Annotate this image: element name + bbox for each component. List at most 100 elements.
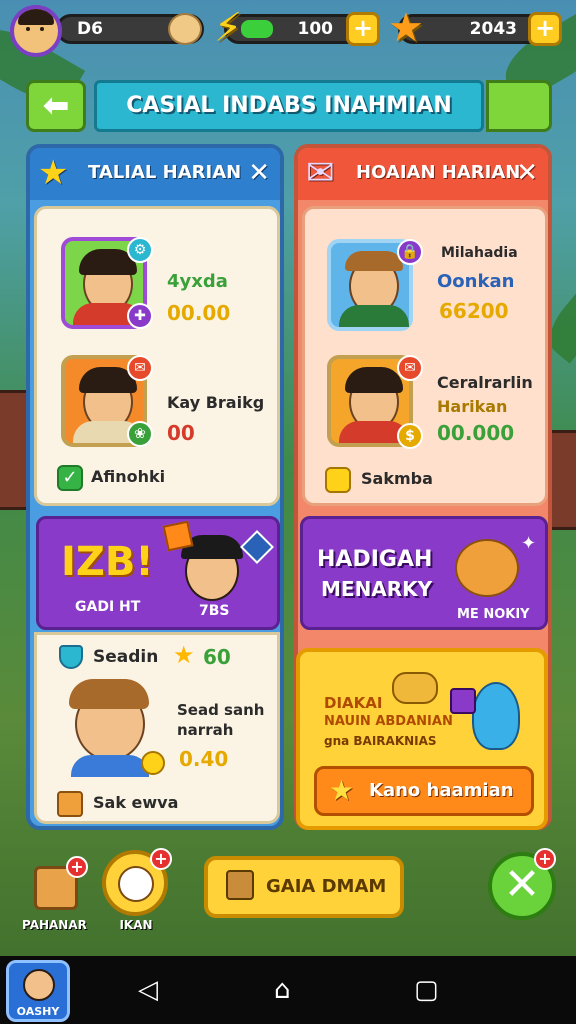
friend-hat bbox=[345, 251, 403, 271]
android-nav-bar: ◁ ⌂ ▢ bbox=[0, 956, 576, 1024]
kid-hair bbox=[69, 679, 149, 709]
close-icon: ✕ bbox=[503, 859, 541, 910]
energy-bar-fill bbox=[241, 20, 273, 38]
notification-plus-icon: + bbox=[66, 856, 88, 878]
promo-sub-text: GADI HT bbox=[75, 599, 141, 615]
mission-footer-label: Sak ewva bbox=[93, 793, 179, 812]
reward-value: 00.000 bbox=[437, 421, 515, 445]
arrow-left-icon: ⬅ bbox=[42, 86, 70, 124]
offer-line3: gna BAIRAKNIAS bbox=[324, 734, 437, 748]
right-panel-close-button[interactable]: ✕ bbox=[516, 156, 538, 190]
reward-line2: Oonkan bbox=[437, 271, 515, 292]
bag-icon bbox=[168, 13, 202, 45]
home-nav-icon[interactable]: ⌂ bbox=[274, 976, 291, 1004]
smiley-icon bbox=[118, 866, 154, 902]
offer-line1: DIAKAI bbox=[324, 694, 383, 712]
kid-shirt bbox=[71, 755, 149, 777]
app-label: OASHY bbox=[16, 1005, 60, 1018]
top-status-bar: D6 100 ⚡ + 2043 ★ + bbox=[0, 0, 576, 62]
energy-bolt-icon: ⚡ bbox=[214, 5, 243, 51]
friends-button[interactable]: + bbox=[102, 848, 172, 916]
mission-line2: narrah bbox=[177, 721, 234, 739]
left-mission-card: Seadin ★ 60 Sead sanh narrah 0.40 Sak ew… bbox=[34, 632, 280, 824]
task-value: 00.00 bbox=[167, 301, 231, 325]
shop-label: PAHANAR bbox=[22, 918, 87, 932]
friend-portrait[interactable]: ✉ $ bbox=[327, 355, 423, 449]
right-promo-banner[interactable]: HADIGAH MENARKY ✦ ME NOKIY bbox=[300, 516, 548, 630]
back-button[interactable]: ⬅ bbox=[26, 80, 86, 132]
reward-value: 66200 bbox=[439, 299, 509, 323]
reward-line1: Milahadia bbox=[441, 245, 518, 261]
special-offer-card: DIAKAI NAUIN ABDANIAN gna BAIRAKNIAS ★ K… bbox=[296, 648, 548, 830]
reward-label: Seadin bbox=[93, 647, 159, 667]
mission-line1: Sead sanh bbox=[177, 701, 265, 719]
friend-portrait[interactable]: ⚙ ✚ bbox=[61, 237, 153, 329]
right-panel-title: HOAIAN HARIAN bbox=[356, 162, 521, 183]
sparkle-icon: ✦ bbox=[521, 533, 537, 554]
star-icon: ★ bbox=[388, 5, 424, 51]
diamond-icon bbox=[240, 530, 274, 564]
friend-hair bbox=[345, 367, 403, 393]
page-title: CASIAL INDABS INAHMIAN bbox=[94, 80, 484, 132]
left-panel-close-button[interactable]: ✕ bbox=[248, 156, 270, 190]
energy-value: 100 bbox=[297, 19, 334, 39]
claim-reward-button[interactable]: ★ Kano haamian bbox=[314, 766, 534, 816]
right-panel-header: ✉ HOAIAN HARIAN ✕ bbox=[298, 148, 548, 200]
flag-icon bbox=[162, 520, 194, 552]
left-panel-header: ★ TALIAL HARIAN ✕ bbox=[30, 148, 280, 200]
left-promo-banner[interactable]: IZB! GADI HT 7BS bbox=[36, 516, 280, 630]
coin-icon: $ bbox=[397, 423, 423, 449]
monkey-mascot bbox=[455, 539, 519, 597]
lock-icon: 🔒 bbox=[397, 239, 423, 265]
recents-nav-icon[interactable]: ▢ bbox=[414, 976, 439, 1004]
star-badge-icon: ★ bbox=[38, 153, 69, 193]
player-avatar[interactable] bbox=[10, 5, 62, 57]
promo-line1: HADIGAH bbox=[317, 547, 433, 572]
play-button[interactable]: GAIA DMAM bbox=[204, 856, 404, 918]
add-energy-button[interactable]: + bbox=[346, 12, 380, 46]
hut-decoration bbox=[548, 430, 576, 530]
treasure-icon bbox=[392, 672, 438, 704]
add-gold-button[interactable]: + bbox=[528, 12, 562, 46]
promo-line2: MENARKY bbox=[321, 577, 433, 601]
app-avatar bbox=[23, 969, 55, 1001]
app-icon[interactable]: OASHY bbox=[6, 960, 70, 1022]
gear-icon: ⚙ bbox=[127, 237, 153, 263]
star-icon: ★ bbox=[329, 774, 355, 807]
gold-value: 2043 bbox=[469, 19, 517, 39]
mission-value: 0.40 bbox=[179, 747, 229, 771]
check-icon: ✓ bbox=[57, 465, 83, 491]
left-panel-title: TALIAL HARIAN bbox=[88, 162, 242, 183]
daily-tasks-panel: ★ TALIAL HARIAN ✕ ⚙ ✚ 4yxda 00.00 ✉ ❀ Ka… bbox=[26, 144, 284, 830]
offer-line2: NAUIN ABDANIAN bbox=[324, 714, 453, 729]
friend-portrait[interactable]: ✉ ❀ bbox=[61, 355, 153, 447]
right-task-card: 🔒 Milahadia Oonkan 66200 ✉ $ Ceralrarlin… bbox=[302, 206, 548, 506]
play-button-label: GAIA DMAM bbox=[266, 876, 387, 897]
promo-tag: 7BS bbox=[199, 603, 230, 619]
reward-line2: Harikan bbox=[437, 397, 508, 416]
reward-footer-label: Sakmba bbox=[361, 469, 433, 488]
bag-icon bbox=[226, 870, 254, 900]
shield-icon bbox=[59, 645, 83, 669]
task-name: 4yxda bbox=[167, 271, 228, 292]
parrot-mascot bbox=[472, 682, 520, 750]
claim-reward-label: Kano haamian bbox=[369, 780, 514, 801]
scroll-icon bbox=[57, 791, 83, 817]
gift-icon bbox=[450, 688, 476, 714]
friend-shirt bbox=[339, 305, 409, 327]
shop-button[interactable]: + bbox=[30, 856, 88, 914]
coin-icon bbox=[141, 751, 165, 775]
left-task-card: ⚙ ✚ 4yxda 00.00 ✉ ❀ Kay Braikg 00 ✓ Afin… bbox=[34, 206, 280, 506]
friend-portrait[interactable]: 🔒 bbox=[327, 239, 423, 331]
chat-icon: ✉ bbox=[397, 355, 423, 381]
tool-icon: ✚ bbox=[127, 303, 153, 329]
task-footer-label: Afinohki bbox=[91, 467, 166, 486]
promo-big-text: IZB! bbox=[61, 539, 154, 585]
player-name: D6 bbox=[77, 19, 103, 39]
back-nav-icon[interactable]: ◁ bbox=[138, 976, 158, 1004]
star-icon: ★ bbox=[173, 641, 195, 669]
friends-label: IKAN bbox=[119, 918, 153, 932]
reward-value: 60 bbox=[203, 645, 231, 669]
chat-icon: ✉ bbox=[127, 355, 153, 381]
promo-tag: ME NOKIY bbox=[457, 607, 530, 622]
